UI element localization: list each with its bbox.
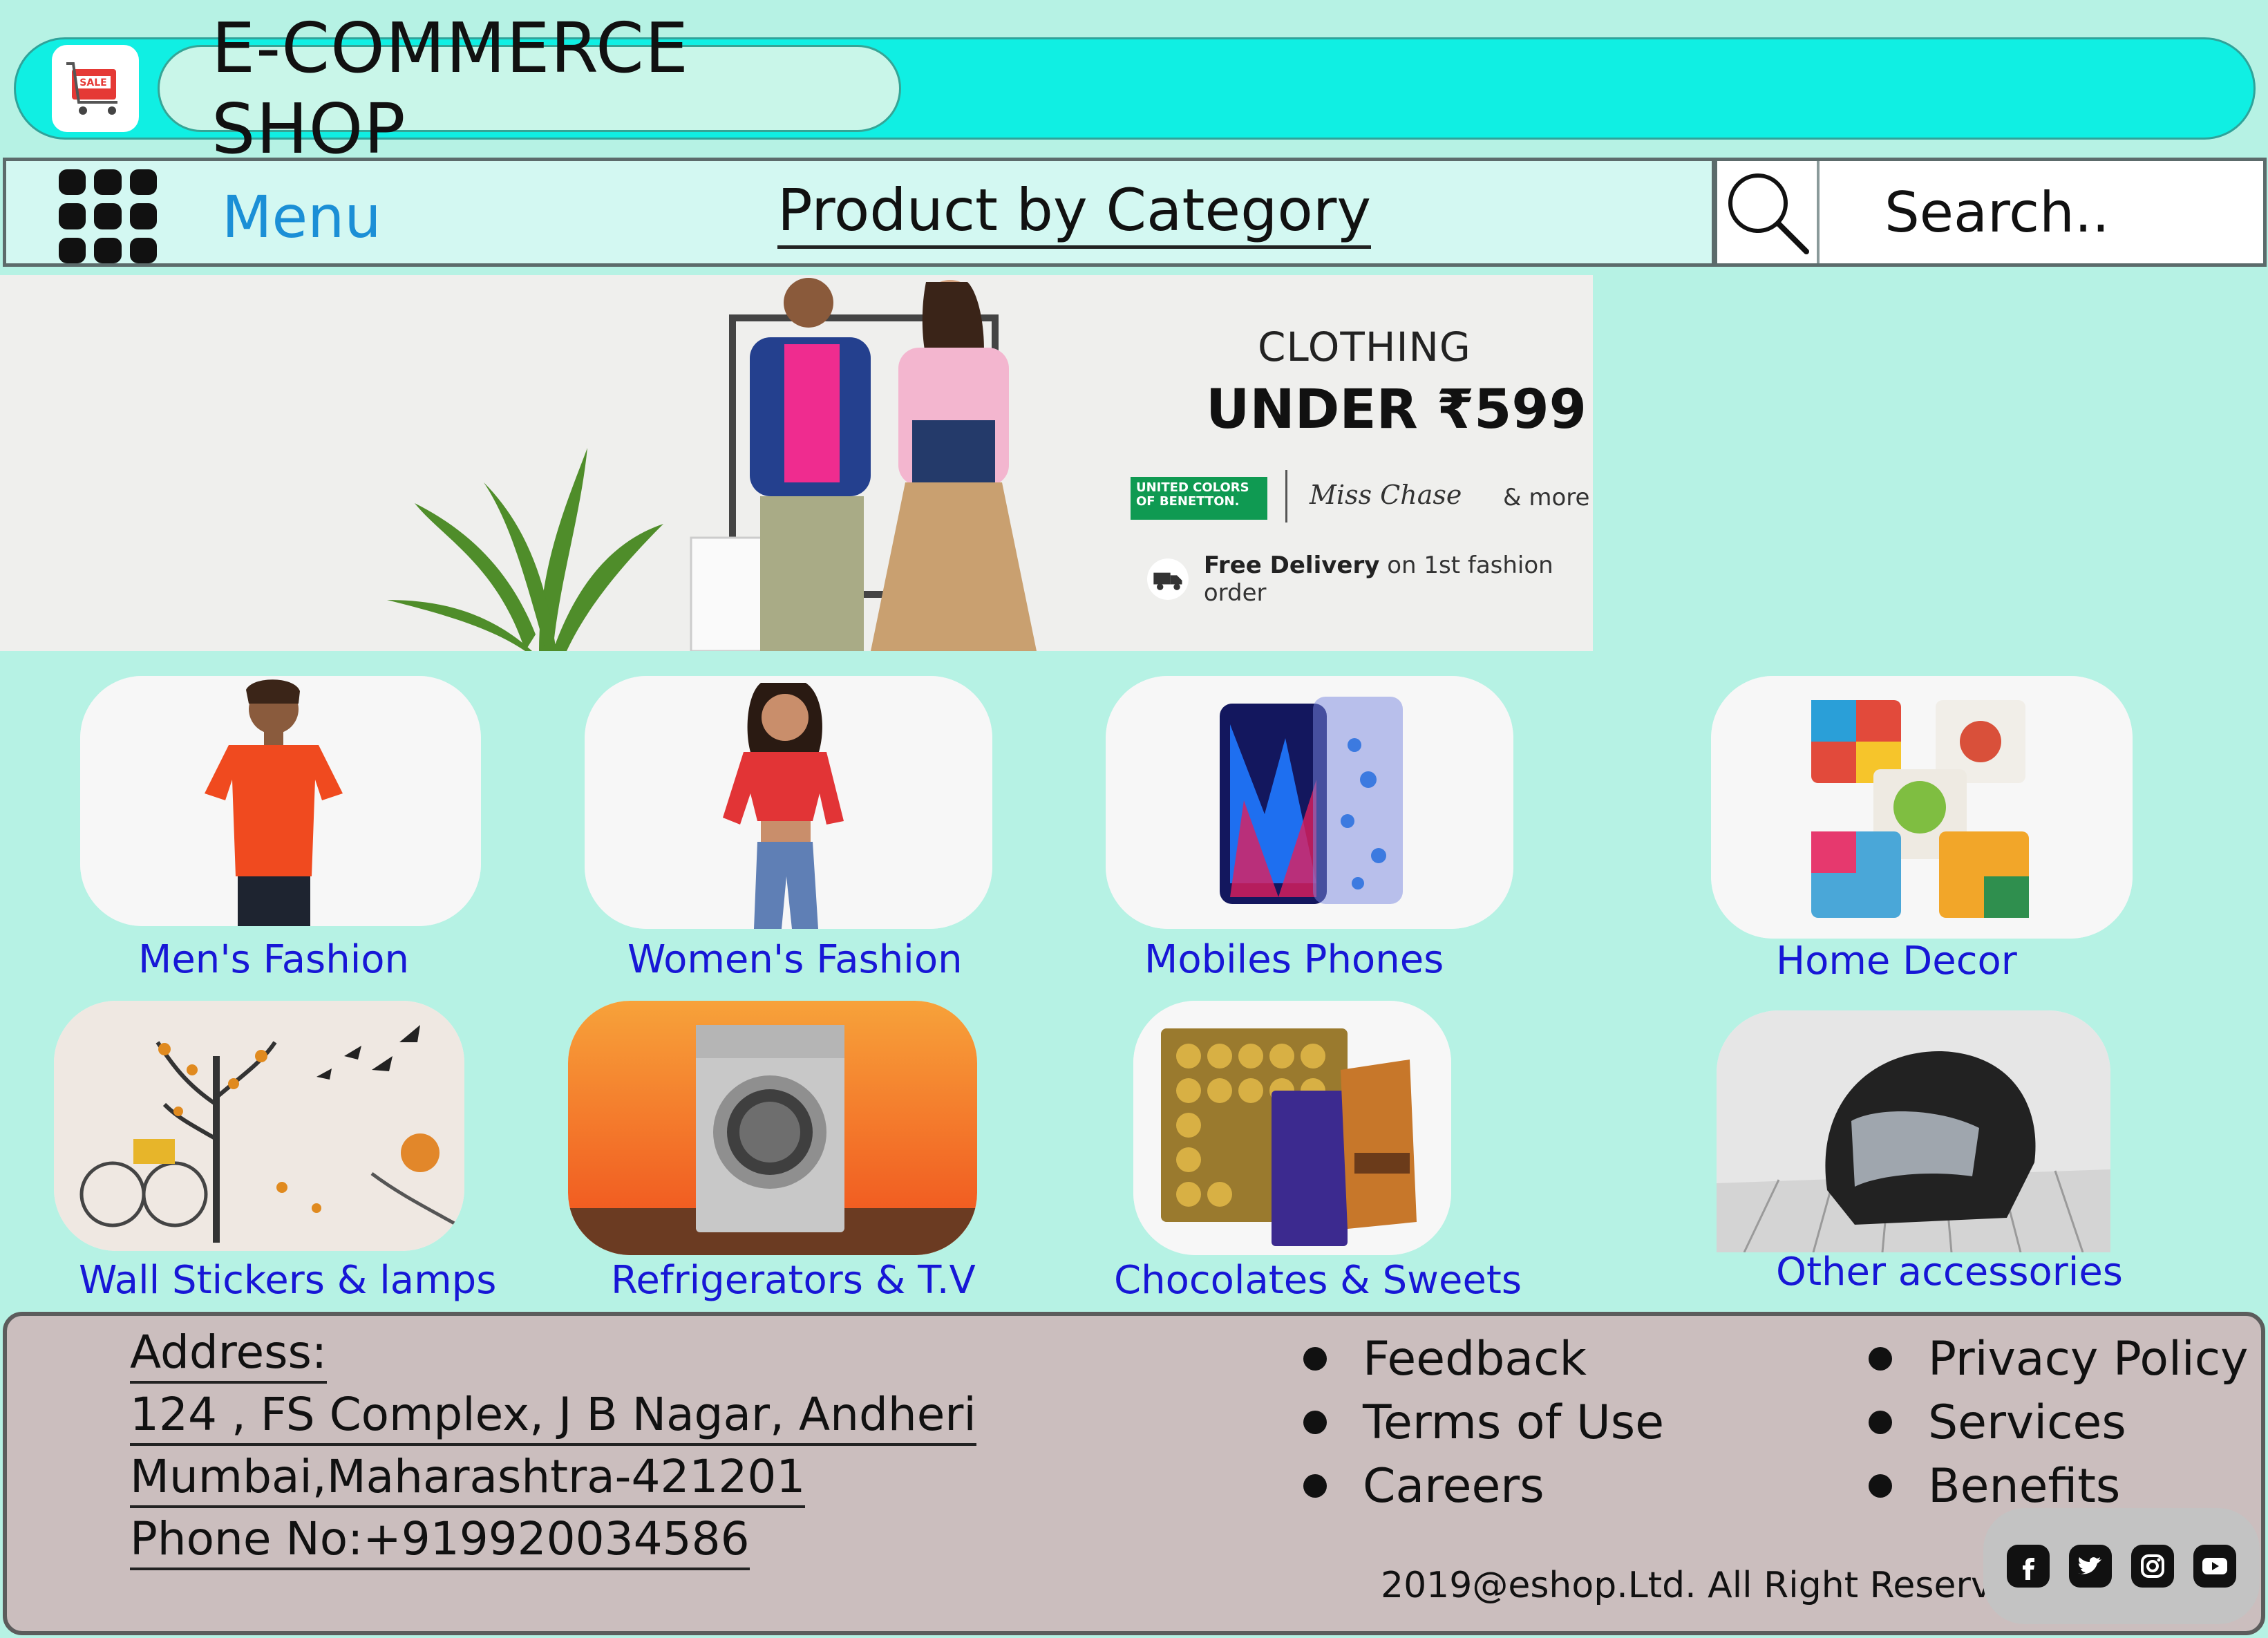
- washing-machine-image: [568, 1001, 977, 1255]
- address-line-1: 124 , FS Complex, J B Nagar, Andheri: [130, 1386, 976, 1446]
- facebook-icon[interactable]: [2007, 1545, 2050, 1588]
- phone-number[interactable]: Phone No:+919920034586: [130, 1511, 750, 1570]
- logo-sale-text: SALE: [79, 77, 106, 88]
- category-label[interactable]: Mobiles Phones: [1144, 937, 1444, 982]
- footer-link-careers[interactable]: Careers: [1303, 1454, 1664, 1518]
- footer: Address: 124 , FS Complex, J B Nagar, An…: [3, 1312, 2265, 1635]
- category-card-other-accessories[interactable]: [1717, 1010, 2110, 1252]
- delivery-truck-icon: [1147, 558, 1189, 600]
- category-label[interactable]: Wall Stickers & lamps: [79, 1258, 496, 1303]
- category-label[interactable]: Women's Fashion: [627, 937, 963, 982]
- twitter-icon[interactable]: [2069, 1545, 2112, 1588]
- footer-links-col-1: Feedback Terms of Use Careers: [1303, 1327, 1664, 1518]
- promo-banner[interactable]: CLOTHING UNDER ₹599 UNITED COLORS OF BEN…: [0, 275, 1593, 651]
- nav-bar: Menu Product by Category: [3, 158, 1715, 267]
- search-box: [1714, 158, 2267, 267]
- instagram-icon[interactable]: [2131, 1545, 2174, 1588]
- search-button[interactable]: [1717, 161, 1820, 263]
- social-icons: [1983, 1508, 2260, 1624]
- search-input[interactable]: [1821, 161, 2263, 263]
- woman-red-top-image: [585, 676, 992, 929]
- footer-links-col-2: Privacy Policy Services Benefits: [1869, 1327, 2248, 1518]
- brand-more-text: & more: [1503, 484, 1590, 511]
- category-label[interactable]: Chocolates & Sweets: [1114, 1258, 1522, 1303]
- footer-link-terms[interactable]: Terms of Use: [1303, 1391, 1664, 1454]
- delivery-note: Free Delivery on 1st fashion order: [1147, 552, 1593, 607]
- youtube-icon[interactable]: [2193, 1545, 2236, 1588]
- category-label[interactable]: Home Decor: [1776, 939, 2017, 983]
- footer-link-privacy[interactable]: Privacy Policy: [1869, 1327, 2248, 1391]
- banner-headline: CLOTHING: [1258, 323, 1471, 370]
- nav-title-product-by-category[interactable]: Product by Category: [777, 176, 1372, 249]
- category-card-wall-stickers[interactable]: [54, 1001, 464, 1251]
- site-title[interactable]: E-COMMERCE SHOP: [158, 8, 901, 169]
- footer-link-services[interactable]: Services: [1869, 1391, 2248, 1454]
- copyright-text: 2019@eshop.Ltd. All Right Reserved: [1381, 1565, 2037, 1606]
- footer-link-feedback[interactable]: Feedback: [1303, 1327, 1664, 1391]
- menu-link[interactable]: Menu: [222, 183, 381, 251]
- benetton-logo: UNITED COLORS OF BENETTON.: [1131, 477, 1267, 520]
- helmet-image: [1717, 1010, 2110, 1252]
- miss-chase-logo: Miss Chase: [1310, 480, 1462, 510]
- category-card-mens-fashion[interactable]: [80, 676, 481, 926]
- banner-price: UNDER ₹599: [1206, 379, 1587, 441]
- category-card-refrigerators-tv[interactable]: [568, 1001, 977, 1255]
- category-card-mobile-phones[interactable]: [1106, 676, 1513, 929]
- category-label[interactable]: Refrigerators & T.V: [611, 1258, 976, 1303]
- category-card-womens-fashion[interactable]: [585, 676, 992, 929]
- delivery-bold: Free Delivery: [1203, 552, 1380, 579]
- cushions-image: [1711, 676, 2133, 939]
- category-label[interactable]: Other accessories: [1776, 1250, 2123, 1295]
- wall-sticker-tree-birds-image: [54, 1001, 464, 1251]
- smartphone-image: [1106, 676, 1513, 929]
- man-orange-tshirt-image: [80, 676, 481, 926]
- header-bar: SALE E-COMMERCE SHOP: [14, 8, 2256, 169]
- category-card-home-decor[interactable]: [1711, 676, 2133, 939]
- address-heading: Address:: [130, 1324, 328, 1384]
- brand-divider: [1285, 470, 1287, 523]
- grid-menu-icon[interactable]: [59, 169, 157, 263]
- category-label[interactable]: Men's Fashion: [138, 937, 409, 982]
- address-line-2: Mumbai,Maharashtra-421201: [130, 1449, 806, 1508]
- shopping-cart-sale-icon[interactable]: SALE: [52, 45, 139, 132]
- category-card-chocolates-sweets[interactable]: [1133, 1001, 1451, 1255]
- chocolates-image: [1133, 1001, 1451, 1255]
- magnifier-icon: [1728, 173, 1809, 254]
